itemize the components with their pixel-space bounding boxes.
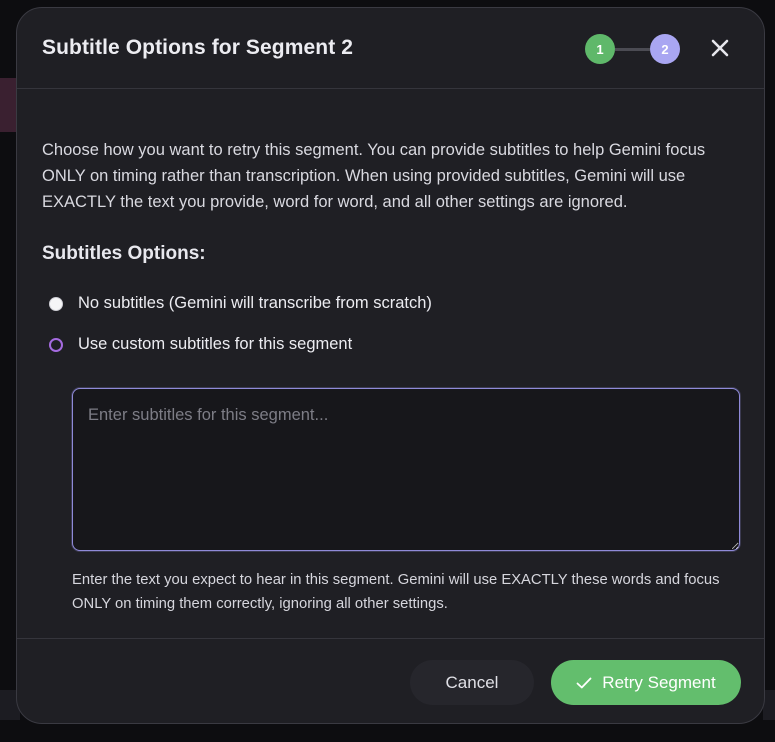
radio-custom-subtitles[interactable] xyxy=(49,337,63,352)
close-icon xyxy=(711,39,729,57)
cancel-button[interactable]: Cancel xyxy=(410,660,534,705)
close-button[interactable] xyxy=(707,35,733,61)
helper-text: Enter the text you expect to hear in thi… xyxy=(72,572,720,612)
subtitle-options-dialog: Subtitle Options for Segment 2 1 2 Choos… xyxy=(16,7,765,724)
radio-no-subtitles[interactable] xyxy=(49,296,63,311)
subtitles-textarea[interactable] xyxy=(72,388,740,551)
option-no-subtitles-label: No subtitles (Gemini will transcribe fro… xyxy=(78,294,432,312)
dialog-header: Subtitle Options for Segment 2 1 2 xyxy=(17,8,764,89)
option-no-subtitles[interactable]: No subtitles (Gemini will transcribe fro… xyxy=(49,294,432,313)
retry-segment-label: Retry Segment xyxy=(602,672,716,692)
dialog-title: Subtitle Options for Segment 2 xyxy=(42,36,354,59)
dialog-body: Choose how you want to retry this segmen… xyxy=(17,137,764,265)
step-indicator: 1 2 xyxy=(585,34,680,64)
step-2-badge: 2 xyxy=(650,34,680,64)
step-1-badge: 1 xyxy=(585,34,615,64)
option-custom-subtitles[interactable]: Use custom subtitles for this segment xyxy=(49,335,352,354)
subtitles-textarea-wrapper xyxy=(72,388,740,551)
dialog-footer: Cancel Retry Segment xyxy=(17,638,764,723)
intro-text: Choose how you want to retry this segmen… xyxy=(42,141,706,211)
option-custom-subtitles-label: Use custom subtitles for this segment xyxy=(78,335,353,353)
step-connector xyxy=(615,47,650,51)
check-icon xyxy=(576,677,592,689)
subtitles-options-heading: Subtitles Options: xyxy=(42,243,206,264)
retry-segment-button[interactable]: Retry Segment xyxy=(551,660,741,705)
